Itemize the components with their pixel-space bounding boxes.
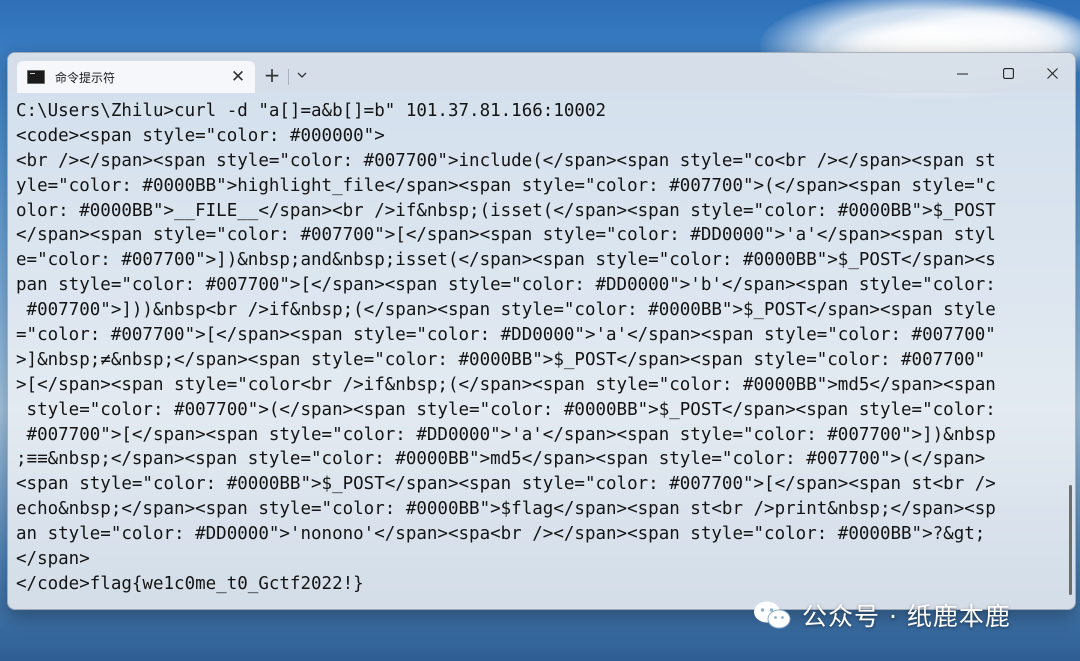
terminal-line: olor: #0000BB">__FILE__</span><br />if&n… <box>16 200 996 221</box>
terminal-line: >[</span><span style="color<br />if&nbsp… <box>16 374 996 395</box>
terminal-line: e="color: #007700">])&nbsp;and&nbsp;isse… <box>16 250 996 271</box>
minimize-button[interactable] <box>939 55 985 91</box>
tab-command-prompt[interactable]: 命令提示符 ✕ <box>17 61 255 93</box>
terminal-line: C:\Users\Zhilu>curl -d "a[]=a&b[]=b" 101… <box>16 101 607 121</box>
terminal-line: ="color: #007700">[</span><span style="c… <box>16 325 996 346</box>
terminal-line: yle="color: #0000BB">highlight_file</spa… <box>16 175 996 196</box>
wechat-icon <box>754 601 791 629</box>
tab-title: 命令提示符 <box>55 70 116 85</box>
new-tab-button[interactable]: + <box>260 61 284 89</box>
terminal-window[interactable]: 命令提示符 ✕ + C:\Users\Zhilu>curl -d "a[]=a&… <box>7 52 1076 610</box>
close-icon <box>1046 67 1058 79</box>
terminal-line: #007700">[</span><span style="color: #DD… <box>16 424 996 445</box>
terminal-line: an style="color: #DD0000">'nonono'</span… <box>16 524 986 545</box>
tab-close-button[interactable]: ✕ <box>225 64 251 90</box>
terminal-output[interactable]: C:\Users\Zhilu>curl -d "a[]=a&b[]=b" 101… <box>8 93 1075 609</box>
terminal-line: ;≡≡&nbsp;</span><span style="color: #000… <box>16 449 986 470</box>
close-window-button[interactable] <box>1029 55 1075 91</box>
watermark-text: 公众号 · 纸鹿本鹿 <box>802 602 1011 631</box>
command-prompt-icon <box>27 70 45 84</box>
terminal-line: </code>flag{we1c0me_t0_Gctf2022!} <box>16 573 364 594</box>
terminal-line: <br /></span><span style="color: #007700… <box>16 150 996 171</box>
terminal-line: #007700">]))&nbsp<br />if&nbsp;(</span><… <box>16 300 996 321</box>
maximize-icon <box>1002 67 1014 79</box>
terminal-line: pan style="color: #007700">[</span><span… <box>16 275 996 296</box>
terminal-scrollbar[interactable] <box>1069 485 1072 595</box>
minimize-icon <box>956 72 968 75</box>
terminal-line: >]&nbsp;≠&nbsp;</span><span style="color… <box>16 349 986 370</box>
title-bar[interactable]: 命令提示符 ✕ + <box>8 53 1075 93</box>
titlebar-divider <box>288 69 289 85</box>
watermark: 公众号 · 纸鹿本鹿 <box>752 597 1011 633</box>
chevron-down-icon <box>297 72 307 78</box>
maximize-button[interactable] <box>985 55 1031 91</box>
terminal-line: </span> <box>16 549 90 570</box>
terminal-line: <span style="color: #0000BB">$_POST</spa… <box>16 474 996 495</box>
plus-icon: + <box>263 63 281 87</box>
terminal-line: <code><span style="color: #000000"> <box>16 125 385 146</box>
tab-dropdown-button[interactable] <box>292 61 312 89</box>
terminal-line: </span><span style="color: #007700">[</s… <box>16 225 996 246</box>
terminal-line: style="color: #007700">(</span><span sty… <box>16 399 996 420</box>
terminal-line: echo&nbsp;</span><span style="color: #00… <box>16 499 996 520</box>
